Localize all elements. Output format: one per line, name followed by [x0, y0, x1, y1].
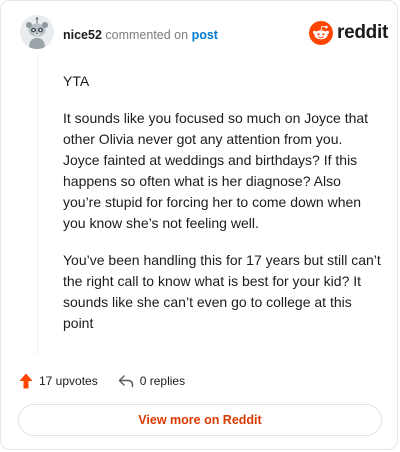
comment-embed-card: nice52 commented on post reddit YTA It s… — [0, 0, 398, 450]
avatar[interactable] — [20, 15, 54, 49]
comment-header: nice52 commented on post — [63, 28, 218, 42]
upvote-arrow-icon — [19, 373, 33, 389]
upvote-count: 17 upvotes — [39, 374, 98, 388]
view-more-label: View more on Reddit — [138, 413, 262, 427]
reddit-logo[interactable]: reddit — [309, 21, 388, 45]
snoo-avatar-icon — [20, 15, 54, 49]
comment-body: YTA It sounds like you focused so much o… — [63, 71, 381, 350]
comment-actions: 17 upvotes 0 replies — [19, 371, 185, 391]
reply-count: 0 replies — [139, 374, 186, 388]
comment-paragraph: YTA — [63, 73, 90, 89]
upvote-button[interactable]: 17 upvotes — [19, 373, 98, 389]
action-text: commented on — [105, 28, 189, 42]
reply-arrow-icon — [118, 375, 133, 388]
view-more-button[interactable]: View more on Reddit — [18, 404, 382, 436]
post-link[interactable]: post — [192, 28, 218, 42]
username-link[interactable]: nice52 — [63, 28, 102, 42]
reddit-wordmark: reddit — [337, 22, 388, 43]
thread-line — [37, 57, 38, 355]
comment-paragraph: It sounds like you focused so much on Jo… — [63, 110, 369, 231]
reddit-logo-icon — [309, 21, 333, 45]
reply-button[interactable]: 0 replies — [118, 374, 185, 388]
comment-paragraph: You’ve been handling this for 17 years b… — [63, 252, 381, 331]
